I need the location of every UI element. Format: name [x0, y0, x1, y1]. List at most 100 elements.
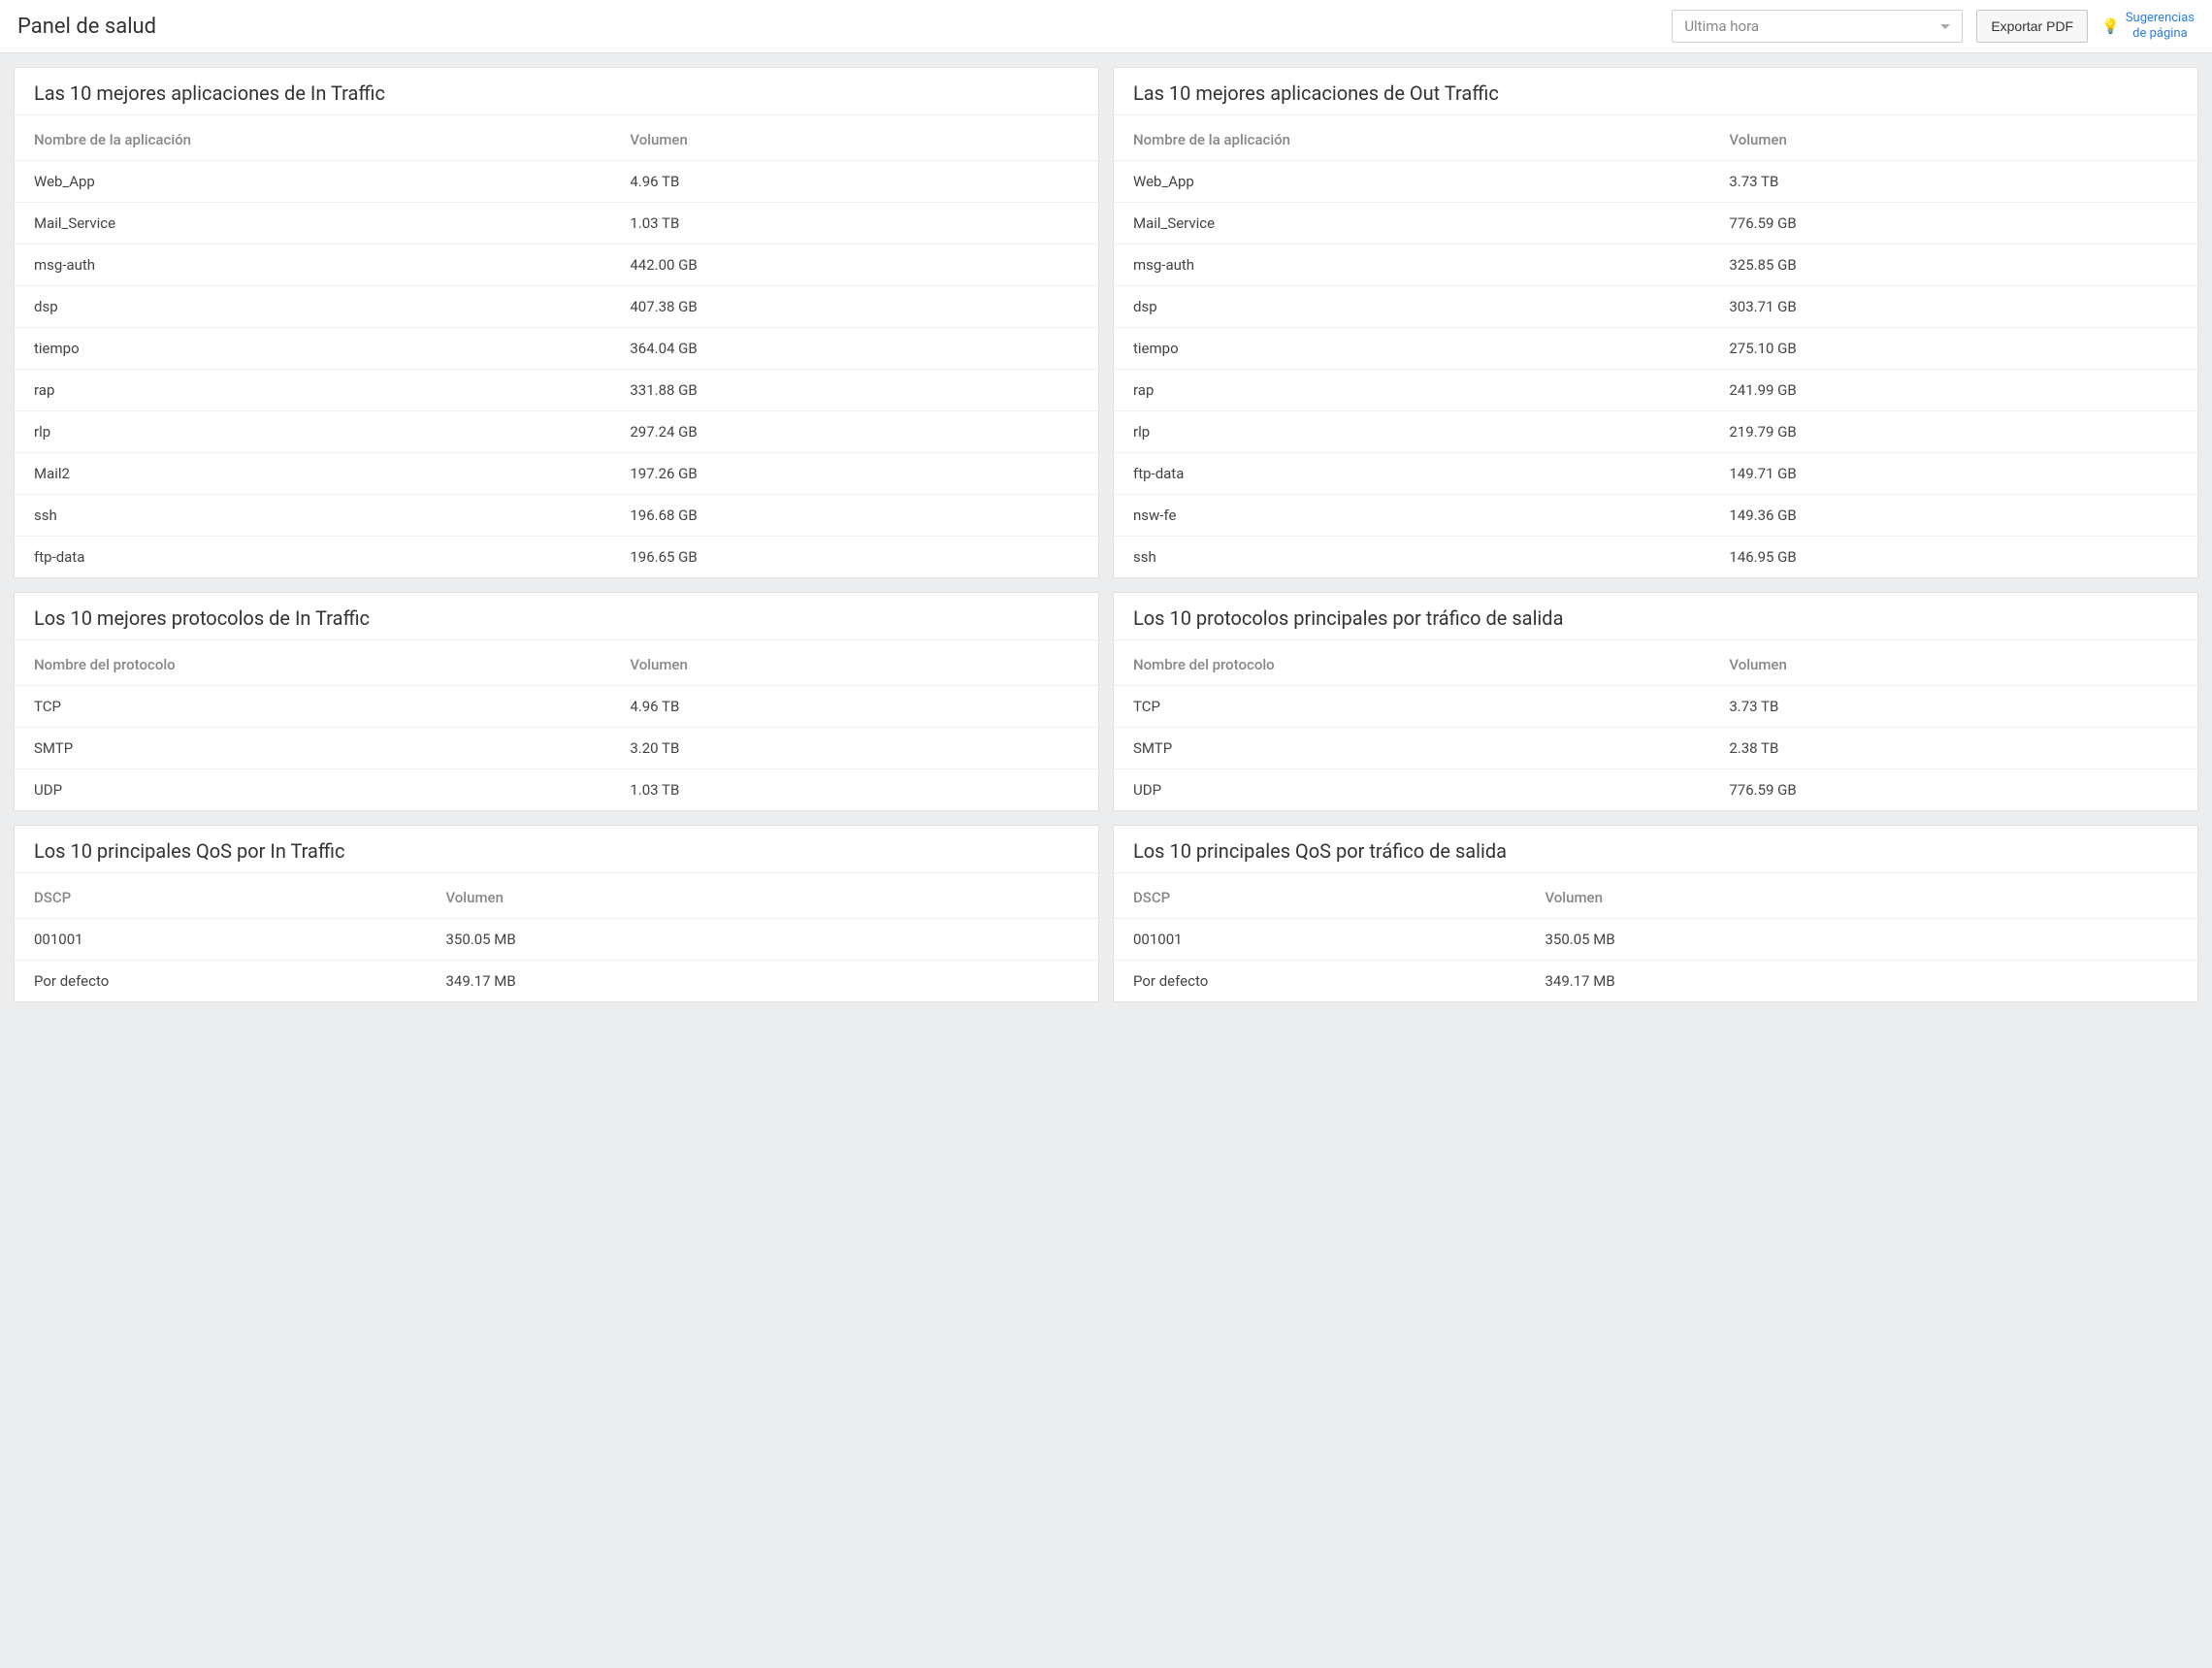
table-row: 001001 350.05 MB [15, 919, 1098, 961]
table-row: rlp 219.79 GB [1114, 411, 2197, 453]
panel-title: Los 10 principales QoS por tráfico de sa… [1114, 826, 2197, 873]
panel-in-traffic-apps: Las 10 mejores aplicaciones de In Traffi… [14, 67, 1099, 578]
col-dscp[interactable]: DSCP [1114, 873, 1525, 919]
cell-volume: 2.38 TB [1709, 728, 2197, 769]
cell-volume: 1.03 TB [610, 203, 1098, 245]
cell-volume: 776.59 GB [1709, 203, 2197, 245]
cell-dscp: 001001 [1114, 919, 1525, 961]
col-volume[interactable]: Volumen [1709, 640, 2197, 686]
cell-volume: 219.79 GB [1709, 411, 2197, 453]
cell-app-name: Web_App [15, 161, 610, 203]
cell-app-name: nsw-fe [1114, 495, 1709, 537]
table-row: tiempo 275.10 GB [1114, 328, 2197, 370]
col-volume[interactable]: Volumen [610, 640, 1098, 686]
cell-volume: 325.85 GB [1709, 245, 2197, 286]
table-row: Mail_Service 776.59 GB [1114, 203, 2197, 245]
table-row: tiempo 364.04 GB [15, 328, 1098, 370]
cell-volume: 1.03 TB [610, 769, 1098, 811]
in-apps-table: Nombre de la aplicación Volumen Web_App … [15, 115, 1098, 577]
cell-app-name: msg-auth [15, 245, 610, 286]
lightbulb-icon: 💡 [2101, 17, 2120, 35]
chevron-down-icon [1940, 24, 1950, 29]
suggest-label-2: de página [2132, 26, 2188, 41]
cell-volume: 4.96 TB [610, 161, 1098, 203]
cell-app-name: Mail_Service [15, 203, 610, 245]
cell-dscp: 001001 [15, 919, 426, 961]
table-row: ftp-data 149.71 GB [1114, 453, 2197, 495]
cell-dscp: Por defecto [1114, 961, 1525, 1002]
cell-app-name: rlp [1114, 411, 1709, 453]
table-row: Mail2 197.26 GB [15, 453, 1098, 495]
table-row: UDP 776.59 GB [1114, 769, 2197, 811]
cell-app-name: Web_App [1114, 161, 1709, 203]
dashboard-grid: Las 10 mejores aplicaciones de In Traffi… [0, 53, 2212, 1016]
panel-title: Las 10 mejores aplicaciones de In Traffi… [15, 68, 1098, 115]
col-volume[interactable]: Volumen [610, 115, 1098, 161]
cell-app-name: tiempo [15, 328, 610, 370]
table-row: ftp-data 196.65 GB [15, 537, 1098, 578]
cell-volume: 4.96 TB [610, 686, 1098, 728]
table-row: Web_App 4.96 TB [15, 161, 1098, 203]
table-row: Web_App 3.73 TB [1114, 161, 2197, 203]
cell-volume: 196.68 GB [610, 495, 1098, 537]
panel-in-traffic-protocols: Los 10 mejores protocolos de In Traffic … [14, 592, 1099, 811]
col-proto-name[interactable]: Nombre del protocolo [15, 640, 610, 686]
cell-app-name: dsp [1114, 286, 1709, 328]
cell-proto-name: TCP [15, 686, 610, 728]
panel-title: Los 10 principales QoS por In Traffic [15, 826, 1098, 873]
out-proto-table: Nombre del protocolo Volumen TCP 3.73 TB… [1114, 640, 2197, 810]
cell-volume: 442.00 GB [610, 245, 1098, 286]
table-row: rlp 297.24 GB [15, 411, 1098, 453]
time-range-value: Ultima hora [1684, 17, 1759, 35]
cell-volume: 350.05 MB [426, 919, 1098, 961]
cell-app-name: dsp [15, 286, 610, 328]
col-volume[interactable]: Volumen [1709, 115, 2197, 161]
cell-volume: 303.71 GB [1709, 286, 2197, 328]
table-row: msg-auth 325.85 GB [1114, 245, 2197, 286]
panel-out-traffic-protocols: Los 10 protocolos principales por tráfic… [1113, 592, 2198, 811]
cell-volume: 3.73 TB [1709, 686, 2197, 728]
cell-app-name: tiempo [1114, 328, 1709, 370]
cell-proto-name: UDP [15, 769, 610, 811]
table-row: msg-auth 442.00 GB [15, 245, 1098, 286]
export-pdf-button[interactable]: Exportar PDF [1976, 10, 2088, 43]
suggest-label-1: Sugerencias [2126, 11, 2195, 25]
out-qos-table: DSCP Volumen 001001 350.05 MB Por defect… [1114, 873, 2197, 1001]
cell-volume: 350.05 MB [1525, 919, 2197, 961]
page-header: Panel de salud Ultima hora Exportar PDF … [0, 0, 2212, 53]
cell-volume: 149.36 GB [1709, 495, 2197, 537]
cell-app-name: ssh [15, 495, 610, 537]
cell-volume: 297.24 GB [610, 411, 1098, 453]
panel-in-traffic-qos: Los 10 principales QoS por In Traffic DS… [14, 825, 1099, 1002]
cell-app-name: Mail_Service [1114, 203, 1709, 245]
col-proto-name[interactable]: Nombre del protocolo [1114, 640, 1709, 686]
time-range-select[interactable]: Ultima hora [1672, 10, 1963, 43]
in-proto-table: Nombre del protocolo Volumen TCP 4.96 TB… [15, 640, 1098, 810]
cell-volume: 3.20 TB [610, 728, 1098, 769]
header-controls: Ultima hora Exportar PDF 💡 Sugerencias d… [1672, 10, 2195, 43]
panel-title: Los 10 protocolos principales por tráfic… [1114, 593, 2197, 640]
col-app-name[interactable]: Nombre de la aplicación [15, 115, 610, 161]
table-row: rap 241.99 GB [1114, 370, 2197, 411]
table-row: SMTP 2.38 TB [1114, 728, 2197, 769]
col-app-name[interactable]: Nombre de la aplicación [1114, 115, 1709, 161]
table-row: nsw-fe 149.36 GB [1114, 495, 2197, 537]
page-title: Panel de salud [17, 15, 156, 39]
table-row: Por defecto 349.17 MB [15, 961, 1098, 1002]
page-suggestions-link[interactable]: 💡 Sugerencias de página [2101, 11, 2195, 41]
table-row: SMTP 3.20 TB [15, 728, 1098, 769]
table-row: dsp 407.38 GB [15, 286, 1098, 328]
cell-volume: 331.88 GB [610, 370, 1098, 411]
cell-volume: 149.71 GB [1709, 453, 2197, 495]
table-row: ssh 196.68 GB [15, 495, 1098, 537]
cell-volume: 349.17 MB [426, 961, 1098, 1002]
col-dscp[interactable]: DSCP [15, 873, 426, 919]
cell-volume: 349.17 MB [1525, 961, 2197, 1002]
col-volume[interactable]: Volumen [426, 873, 1098, 919]
cell-app-name: ftp-data [15, 537, 610, 578]
panel-title: Los 10 mejores protocolos de In Traffic [15, 593, 1098, 640]
table-row: 001001 350.05 MB [1114, 919, 2197, 961]
col-volume[interactable]: Volumen [1525, 873, 2197, 919]
cell-volume: 196.65 GB [610, 537, 1098, 578]
cell-volume: 364.04 GB [610, 328, 1098, 370]
